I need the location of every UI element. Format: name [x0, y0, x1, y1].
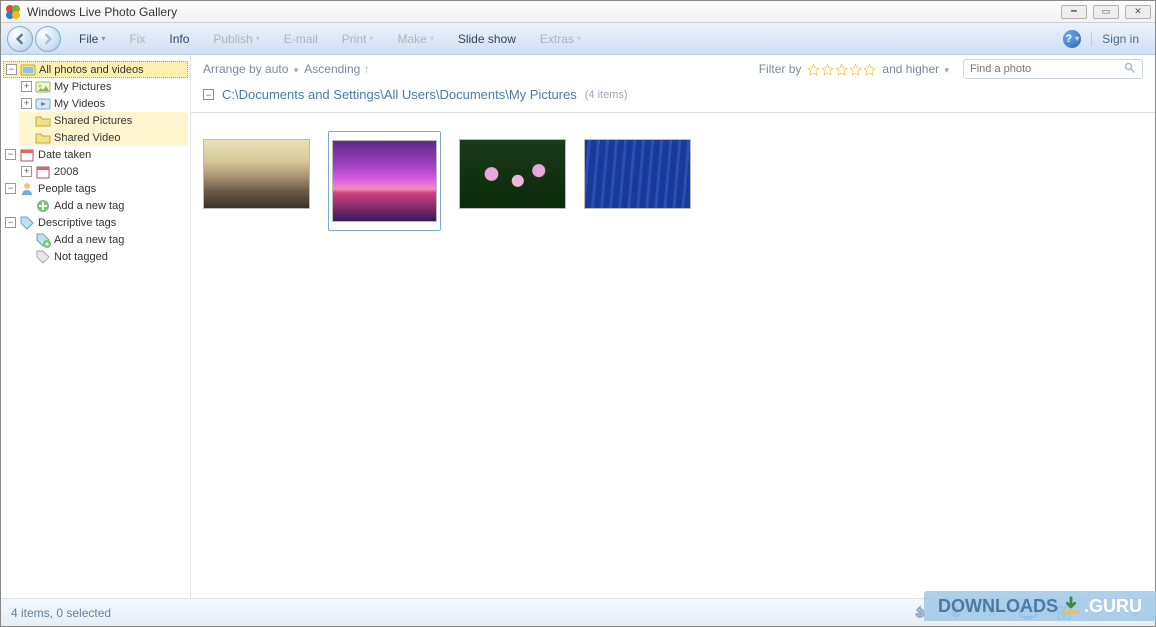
download-icon [1060, 595, 1082, 617]
tag-icon [35, 249, 51, 265]
picture-icon [35, 79, 51, 95]
forward-button[interactable] [35, 26, 61, 52]
tree-people-tags[interactable]: −People tags Add a new tag [3, 180, 188, 214]
search-box[interactable] [963, 59, 1143, 79]
tree-my-pictures[interactable]: +My Pictures [19, 78, 188, 95]
menu-print[interactable]: Print▾ [332, 28, 384, 50]
tree-shared-video[interactable]: Shared Video [19, 129, 188, 146]
calendar-icon [35, 164, 51, 180]
menu-make[interactable]: Make▾ [387, 28, 443, 50]
folder-path[interactable]: C:\Documents and Settings\All Users\Docu… [222, 87, 577, 102]
menu-file[interactable]: File▾ [69, 28, 115, 50]
tree-all-photos[interactable]: −All photos and videos +My Pictures+My V… [3, 61, 188, 146]
folder-icon [35, 130, 51, 146]
tree-shared-pictures[interactable]: Shared Pictures [19, 112, 188, 129]
thumbnail-mountain-sunset[interactable] [203, 131, 310, 217]
search-input[interactable] [970, 63, 1124, 75]
back-button[interactable] [7, 26, 33, 52]
menu-extras[interactable]: Extras▾ [530, 28, 591, 50]
help-icon[interactable]: ?▾ [1063, 30, 1081, 48]
menu-slide-show[interactable]: Slide show [448, 28, 526, 50]
toolbar: File▾FixInfoPublish▾E-mailPrint▾Make▾Sli… [1, 23, 1155, 55]
content-area: Arrange by auto ▾ Ascending ↑ Filter by … [191, 55, 1155, 598]
arrange-by-dropdown[interactable]: Arrange by auto ▾ [203, 62, 298, 76]
tree-my-videos[interactable]: +My Videos [19, 95, 188, 112]
menu-bar: File▾FixInfoPublish▾E-mailPrint▾Make▾Sli… [69, 28, 591, 50]
app-icon [5, 4, 21, 20]
sign-in-link[interactable]: Sign in [1091, 32, 1149, 46]
and-higher-dropdown[interactable]: and higher ▾ [882, 62, 949, 76]
collapse-group-button[interactable]: − [203, 89, 214, 100]
tree-descriptive-tags[interactable]: −Descriptive tags Add a new tag Not tagg… [3, 214, 188, 265]
add-tag-icon [35, 198, 51, 214]
menu-fix[interactable]: Fix [119, 28, 155, 50]
person-icon [19, 181, 35, 197]
window-title: Windows Live Photo Gallery [27, 5, 177, 19]
tree-not-tagged[interactable]: Not tagged [19, 248, 188, 265]
sort-order-toggle[interactable]: Ascending ↑ [304, 62, 369, 76]
status-text: 4 items, 0 selected [11, 606, 111, 620]
thumbnail-purple-sunset[interactable] [328, 131, 441, 231]
menu-publish[interactable]: Publish▾ [203, 28, 269, 50]
item-count: (4 items) [585, 89, 628, 101]
minimize-button[interactable]: ━ [1061, 5, 1087, 19]
watermark: DOWNLOADS .GURU [924, 591, 1156, 621]
video-icon [35, 96, 51, 112]
thumbnail-grid [191, 113, 1155, 249]
thumbnail-blue-waves[interactable] [584, 131, 691, 217]
tree-date-taken[interactable]: −Date taken +2008 [3, 146, 188, 180]
window-controls: ━ ▭ ✕ [1061, 5, 1151, 19]
pictures-folder-icon [20, 62, 36, 78]
rating-filter[interactable] [807, 63, 876, 76]
thumbnail-lily-pads[interactable] [459, 131, 566, 217]
search-icon [1124, 62, 1136, 77]
filter-by-label: Filter by [759, 62, 802, 76]
add-tag-icon [35, 232, 51, 248]
tag-icon [19, 215, 35, 231]
folder-icon [35, 113, 51, 129]
menu-e-mail[interactable]: E-mail [274, 28, 328, 50]
titlebar: Windows Live Photo Gallery ━ ▭ ✕ [1, 1, 1155, 23]
tree-year-2008[interactable]: +2008 [19, 163, 188, 180]
calendar-icon [19, 147, 35, 163]
tree-add-people-tag[interactable]: Add a new tag [19, 197, 188, 214]
path-header: − C:\Documents and Settings\All Users\Do… [191, 83, 1155, 113]
tree-add-descriptive-tag[interactable]: Add a new tag [19, 231, 188, 248]
menu-info[interactable]: Info [159, 28, 199, 50]
maximize-button[interactable]: ▭ [1093, 5, 1119, 19]
sort-bar: Arrange by auto ▾ Ascending ↑ Filter by … [191, 55, 1155, 83]
sidebar: −All photos and videos +My Pictures+My V… [1, 55, 191, 598]
close-button[interactable]: ✕ [1125, 5, 1151, 19]
